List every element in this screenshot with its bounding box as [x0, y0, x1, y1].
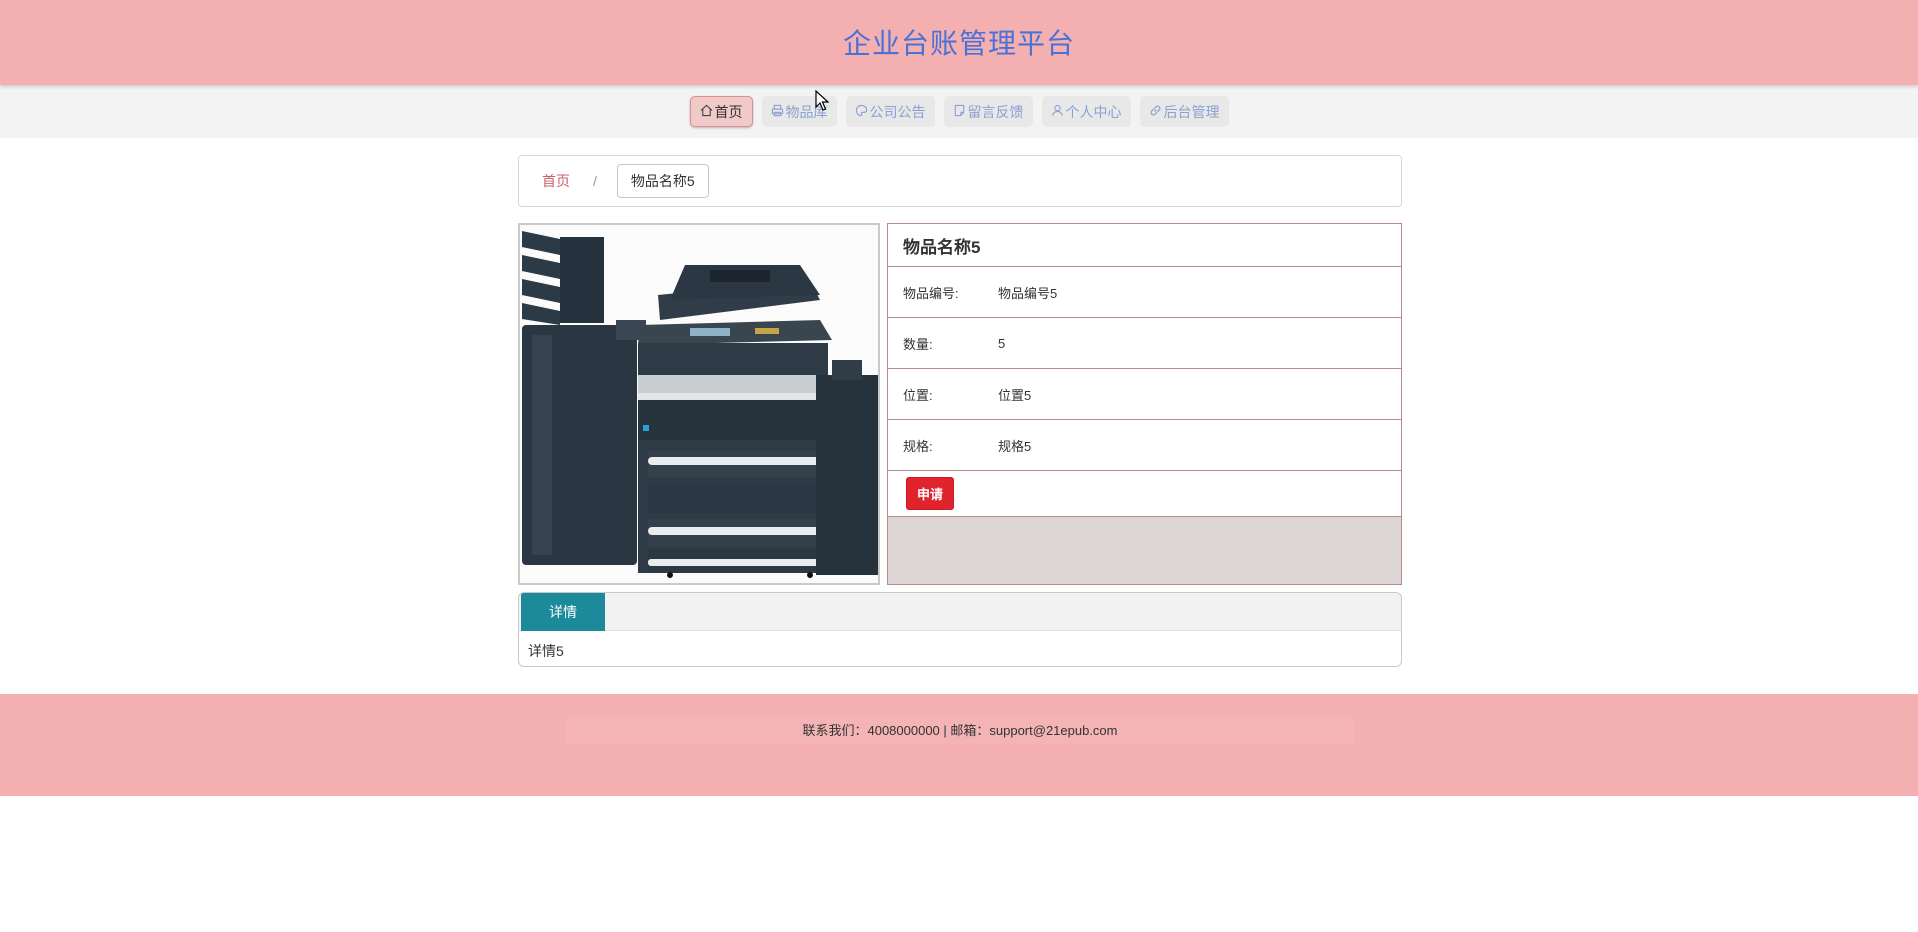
nav-item-label: 后台管理	[1163, 103, 1220, 120]
product-info-table: 物品名称5 物品编号: 物品编号5 数量: 5 位置: 位置5 规格: 规格5 …	[888, 224, 1401, 517]
nav-item-label: 公司公告	[869, 103, 926, 120]
info-row-spec: 规格: 规格5	[888, 420, 1401, 471]
nav-item-admin[interactable]: 后台管理	[1139, 96, 1229, 127]
palette-icon	[855, 104, 870, 120]
info-value: 5	[998, 335, 1006, 351]
nav-item-announcements[interactable]: 公司公告	[845, 96, 935, 127]
info-label: 规格:	[903, 438, 933, 454]
nav-item-profile[interactable]: 个人中心	[1041, 96, 1131, 127]
product-title: 物品名称5	[888, 224, 1401, 267]
site-footer: 联系我们：4008000000 | 邮箱：support@21epub.com	[0, 694, 1918, 796]
nav-item-home[interactable]: 首页	[689, 96, 753, 127]
nav-item-items[interactable]: 物品库	[761, 96, 837, 127]
apply-button[interactable]: 申请	[906, 477, 955, 510]
info-row-quantity: 数量: 5	[888, 318, 1401, 369]
info-label: 数量:	[903, 336, 933, 352]
user-icon	[1051, 104, 1066, 120]
info-label: 位置:	[903, 387, 933, 403]
note-icon	[953, 104, 968, 120]
home-icon	[700, 104, 715, 120]
footer-contact: 联系我们：4008000000 | 邮箱：support@21epub.com	[565, 717, 1355, 744]
nav-item-label: 首页	[714, 103, 743, 120]
product-image	[518, 223, 880, 585]
nav-bar: 首页 物品库 公司公告 留言反馈 个人中心 后台管理	[0, 85, 1918, 138]
breadcrumb: 首页 / 物品名称5	[518, 155, 1402, 207]
detail-content: 详情5	[528, 643, 564, 659]
printer-icon	[771, 104, 786, 120]
apply-row: 申请	[888, 471, 1401, 517]
breadcrumb-current: 物品名称5	[616, 164, 709, 198]
nav-item-label: 物品库	[785, 103, 828, 120]
tab-detail[interactable]: 详情	[521, 593, 605, 631]
site-header: 企业台账管理平台	[0, 0, 1918, 85]
info-value: 位置5	[998, 387, 1032, 403]
nav-item-label: 留言反馈	[967, 103, 1024, 120]
nav-item-label: 个人中心	[1065, 103, 1122, 120]
info-row-location: 位置: 位置5	[888, 369, 1401, 420]
link-icon	[1149, 104, 1164, 120]
nav-item-feedback[interactable]: 留言反馈	[943, 96, 1033, 127]
info-value: 规格5	[998, 438, 1032, 454]
site-title: 企业台账管理平台	[842, 28, 1075, 59]
product-info-panel: 物品名称5 物品编号: 物品编号5 数量: 5 位置: 位置5 规格: 规格5 …	[887, 223, 1402, 585]
tab-header: 详情	[519, 593, 1401, 631]
info-label: 物品编号:	[903, 285, 959, 301]
printer-image	[520, 225, 878, 583]
nav-list: 首页 物品库 公司公告 留言反馈 个人中心 后台管理	[0, 96, 1918, 127]
info-row-code: 物品编号: 物品编号5	[888, 267, 1401, 318]
info-value: 物品编号5	[998, 285, 1058, 301]
detail-panel: 详情 详情5	[518, 592, 1402, 667]
breadcrumb-home-link[interactable]: 首页	[542, 171, 570, 191]
breadcrumb-separator: /	[593, 173, 597, 189]
